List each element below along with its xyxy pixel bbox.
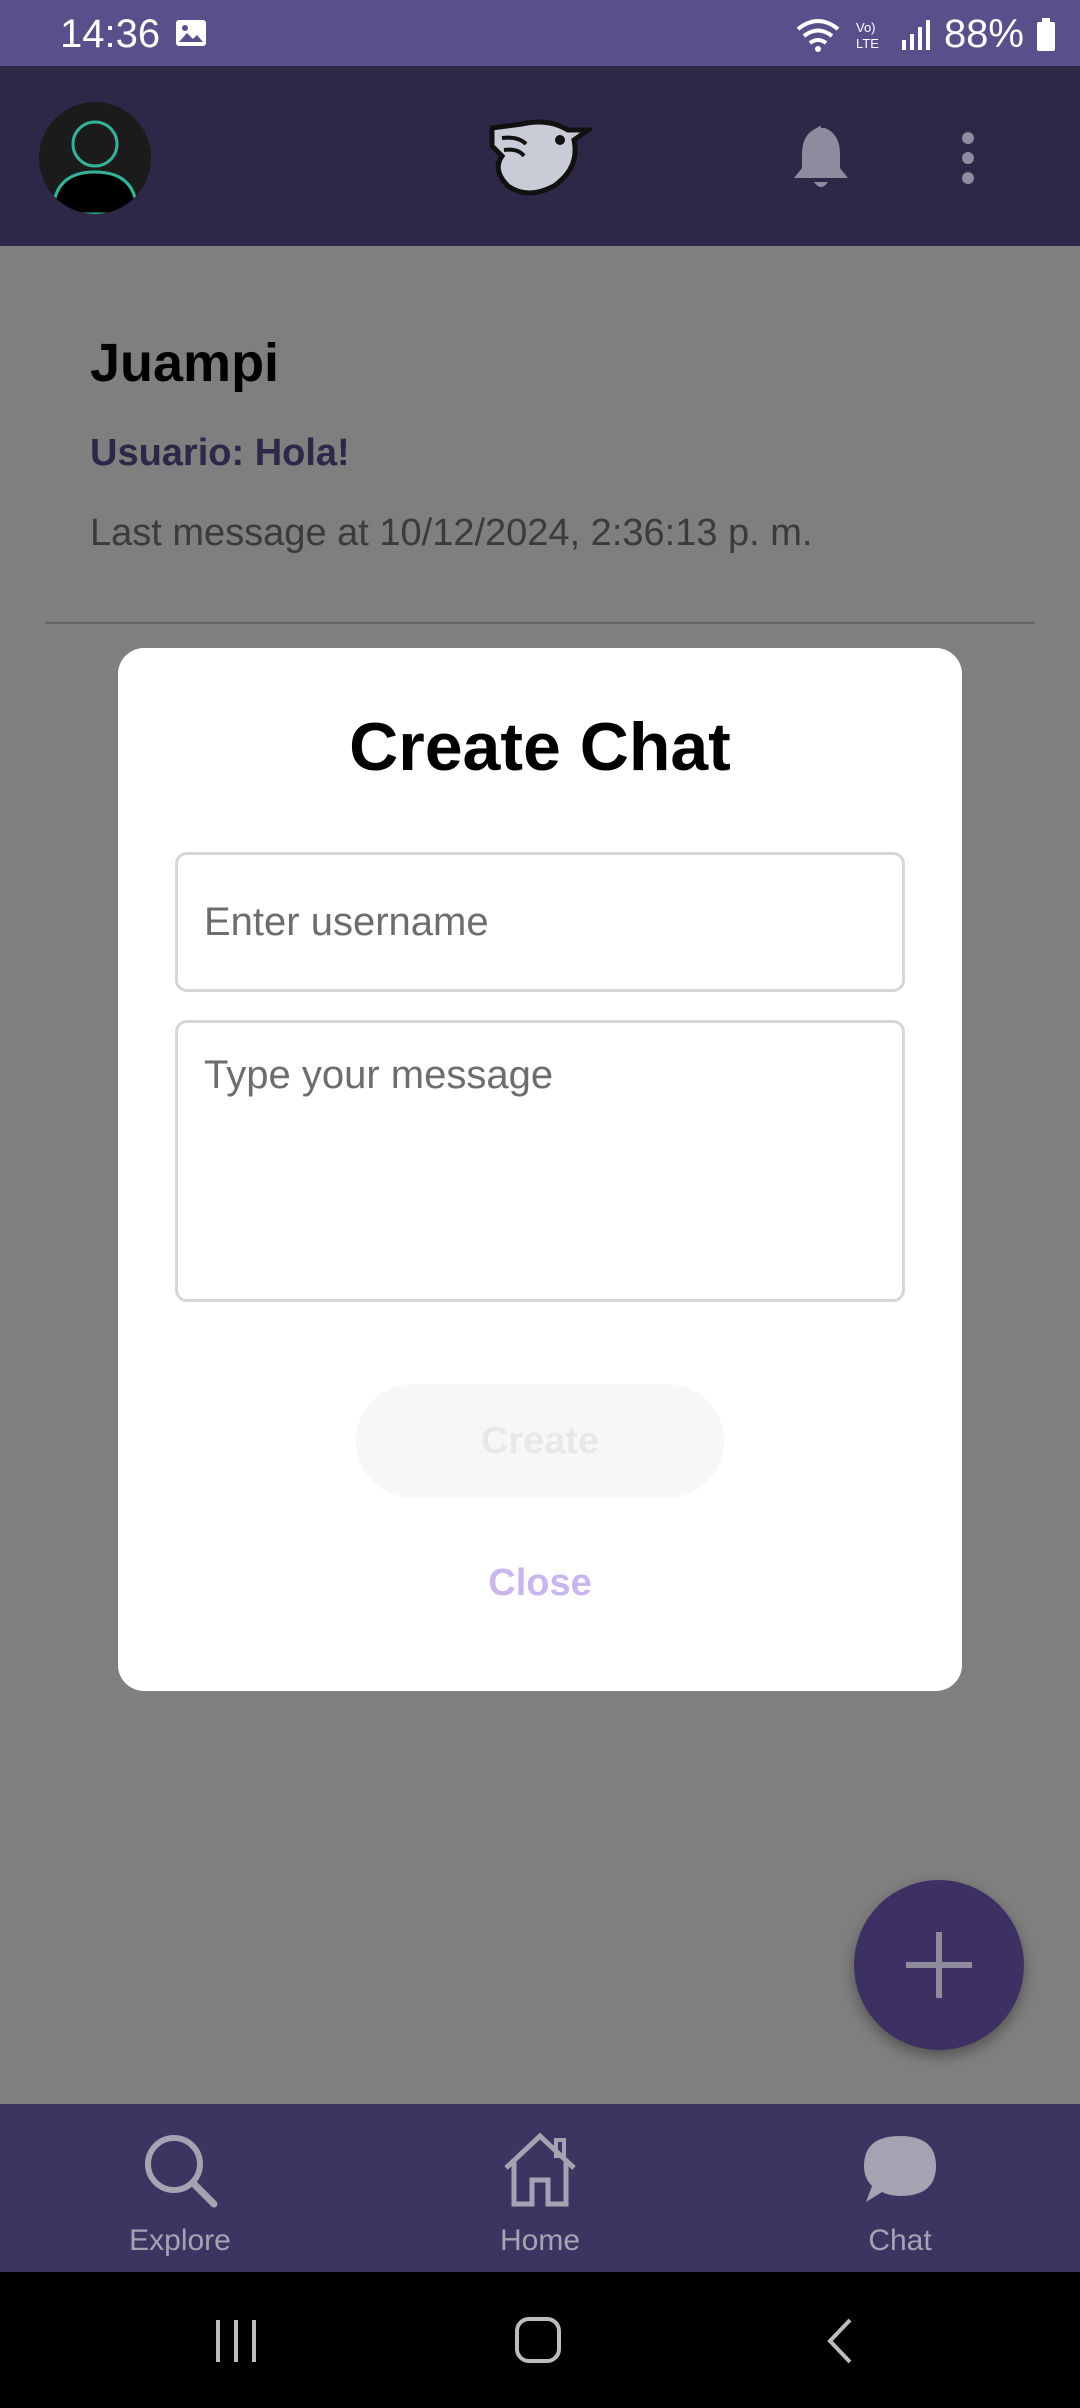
- home-button-icon[interactable]: [514, 2316, 562, 2364]
- avatar[interactable]: [39, 102, 151, 214]
- battery-percent: 88%: [943, 12, 1024, 56]
- back-icon[interactable]: [822, 2316, 858, 2366]
- bottom-nav: Explore Home Chat: [0, 2104, 1080, 2272]
- chat-name: Juampi: [90, 333, 280, 393]
- status-icons: Vo) LTE 88%: [794, 12, 1056, 57]
- gallery-icon: [176, 20, 206, 46]
- status-time: 14:36: [60, 12, 161, 56]
- app-header: [0, 66, 1080, 246]
- chat-list-item[interactable]: Juampi Usuario: Hola! Last message at 10…: [45, 332, 1035, 624]
- nav-label-explore: Explore: [129, 2224, 231, 2257]
- plus-icon: [906, 1932, 972, 1998]
- home-icon: [504, 2132, 576, 2207]
- nav-item-explore[interactable]: Explore: [80, 2104, 280, 2272]
- new-chat-fab[interactable]: [854, 1880, 1024, 2050]
- message-textarea[interactable]: [175, 1020, 905, 1302]
- search-icon: [145, 2135, 218, 2208]
- create-chat-modal: Create Chat Create Close: [118, 648, 962, 1691]
- wifi-icon: [796, 18, 840, 52]
- nav-item-chat[interactable]: Chat: [800, 2104, 1000, 2272]
- chat-bubble-icon: [864, 2136, 936, 2202]
- app-logo: [489, 119, 592, 196]
- bell-icon[interactable]: [792, 124, 850, 190]
- svg-text:LTE: LTE: [856, 36, 879, 51]
- chat-timestamp: Last message at 10/12/2024, 2:36:13 p. m…: [90, 512, 813, 554]
- nav-label-chat: Chat: [868, 2224, 932, 2257]
- create-button[interactable]: Create: [356, 1384, 724, 1498]
- more-vert-icon[interactable]: [952, 130, 984, 186]
- user-icon: [51, 120, 139, 214]
- signal-icon: [901, 19, 930, 50]
- volte-icon: Vo) LTE: [856, 20, 879, 51]
- svg-text:Vo): Vo): [856, 20, 876, 35]
- recents-icon[interactable]: [212, 2320, 260, 2362]
- modal-title: Create Chat: [349, 709, 731, 785]
- chat-last-message: Usuario: Hola!: [90, 432, 350, 474]
- username-input[interactable]: [175, 852, 905, 992]
- close-button[interactable]: Close: [440, 1548, 640, 1618]
- nav-item-home[interactable]: Home: [440, 2104, 640, 2272]
- status-bar: 14:36 Vo) LTE 88%: [0, 0, 1080, 66]
- system-nav-bar: [0, 2272, 1080, 2408]
- battery-icon: [1037, 17, 1055, 51]
- nav-label-home: Home: [499, 2224, 581, 2257]
